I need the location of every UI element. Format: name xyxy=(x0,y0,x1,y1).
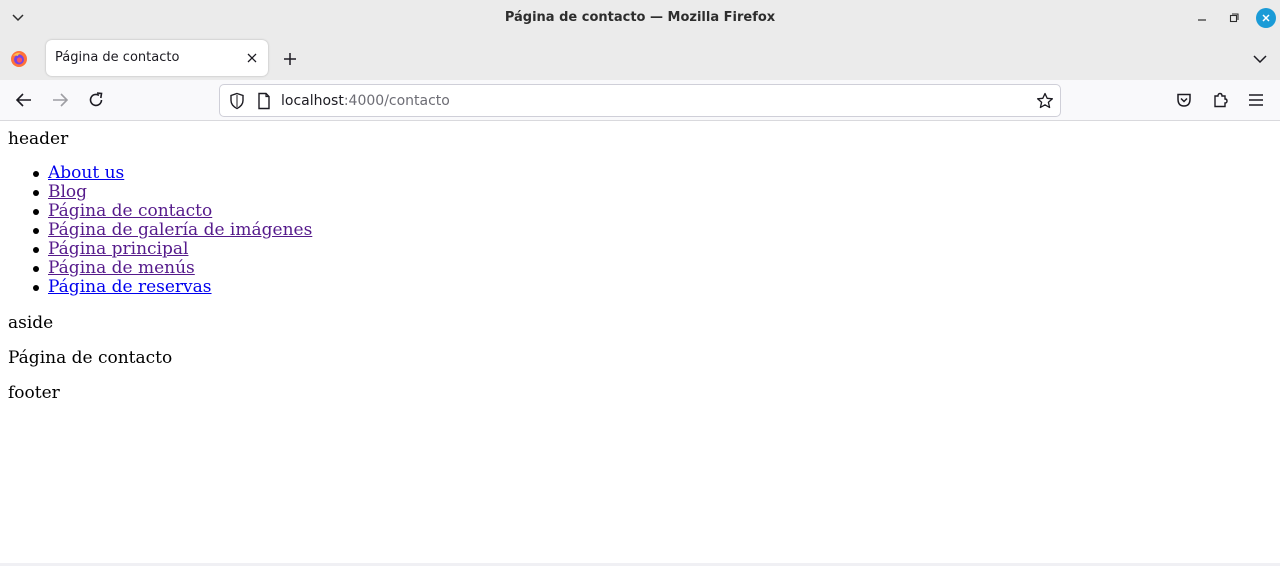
plus-icon[interactable] xyxy=(280,49,300,69)
window-title: Página de contacto — Mozilla Firefox xyxy=(504,10,776,25)
arrow-right-icon[interactable] xyxy=(50,90,70,110)
header-text: header xyxy=(8,129,69,149)
hamburger-icon[interactable] xyxy=(1246,90,1266,110)
window-titlebar: Página de contacto — Mozilla Firefox xyxy=(0,0,1280,36)
url-path: :4000/contacto xyxy=(343,93,450,109)
restore-icon[interactable] xyxy=(1224,8,1244,28)
link-about-us[interactable]: About us xyxy=(48,163,124,183)
main-text: Página de contacto xyxy=(8,348,173,368)
close-icon[interactable] xyxy=(244,50,260,66)
url-text[interactable]: localhost:4000/contacto xyxy=(281,93,450,109)
firefox-logo-icon[interactable] xyxy=(10,50,28,68)
star-icon[interactable] xyxy=(1036,92,1054,110)
page-content: header About us Blog Página de contacto … xyxy=(0,121,1280,566)
list-item: About us xyxy=(32,163,312,183)
navigation-toolbar: localhost:4000/contacto xyxy=(0,80,1280,121)
url-bar[interactable]: localhost:4000/contacto xyxy=(219,84,1061,117)
list-item: Blog xyxy=(32,182,312,202)
link-menus[interactable]: Página de menús xyxy=(48,258,195,278)
close-icon[interactable] xyxy=(1256,8,1276,28)
tab-contacto[interactable]: Página de contacto xyxy=(46,40,268,76)
arrow-left-icon[interactable] xyxy=(14,90,34,110)
shield-icon[interactable] xyxy=(228,92,246,110)
pocket-icon[interactable] xyxy=(1174,90,1194,110)
link-galeria[interactable]: Página de galería de imágenes xyxy=(48,220,312,240)
chevron-down-icon[interactable] xyxy=(1250,49,1270,69)
reload-icon[interactable] xyxy=(86,90,106,110)
list-item: Página de galería de imágenes xyxy=(32,220,312,240)
tab-title: Página de contacto xyxy=(55,50,180,65)
list-item: Página de menús xyxy=(32,258,312,278)
link-reservas[interactable]: Página de reservas xyxy=(48,277,212,297)
site-nav-list: About us Blog Página de contacto Página … xyxy=(32,163,312,297)
link-contacto[interactable]: Página de contacto xyxy=(48,201,212,221)
puzzle-icon[interactable] xyxy=(1210,90,1230,110)
url-host: localhost xyxy=(281,93,344,109)
list-item: Página de contacto xyxy=(32,201,312,221)
aside-text: aside xyxy=(8,313,54,333)
link-blog[interactable]: Blog xyxy=(48,182,87,202)
link-principal[interactable]: Página principal xyxy=(48,239,188,259)
page-icon[interactable] xyxy=(255,92,273,110)
minimize-icon[interactable] xyxy=(1192,8,1212,28)
footer-text: footer xyxy=(8,383,60,403)
list-item: Página principal xyxy=(32,239,312,259)
tab-strip: Página de contacto xyxy=(0,36,1280,80)
list-item: Página de reservas xyxy=(32,277,312,297)
